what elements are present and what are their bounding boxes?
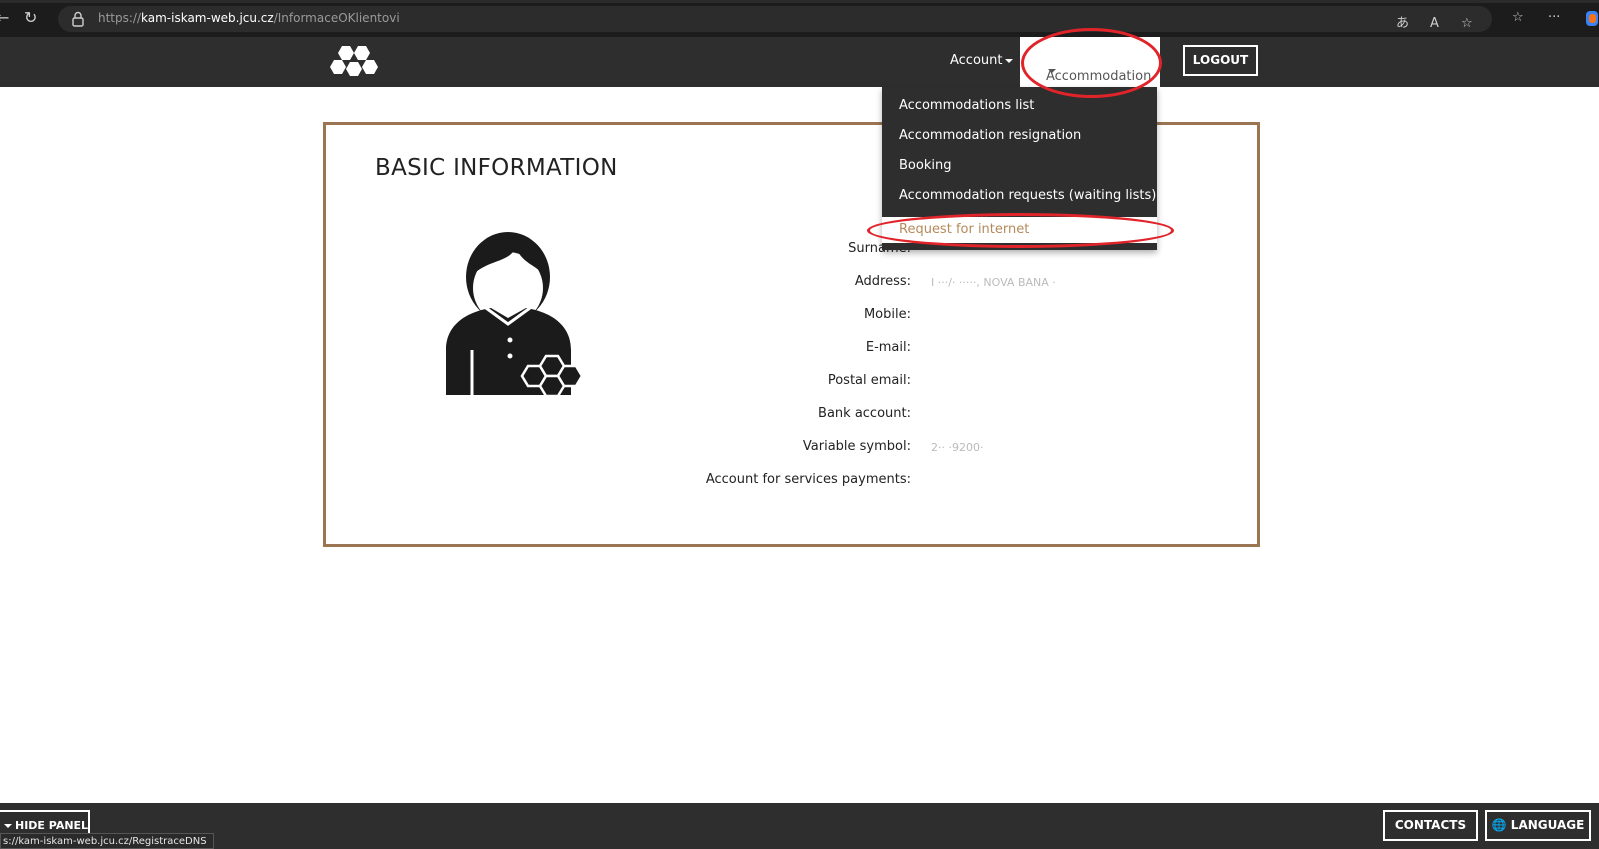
link-status-tooltip: s://kam-iskam-web.jcu.cz/RegistraceDNS: [0, 833, 214, 849]
menu-account-label: Account: [950, 53, 1003, 68]
menu-accommodation[interactable]: Accommodation: [1020, 37, 1160, 87]
label-bank-account: Bank account:: [818, 406, 911, 421]
logout-button[interactable]: LOGOUT: [1183, 45, 1258, 76]
favorite-star-icon[interactable]: ☆: [1461, 15, 1473, 33]
favorites-icon[interactable]: ☆: [1512, 9, 1524, 27]
contacts-button[interactable]: CONTACTS: [1383, 810, 1478, 841]
lock-icon: [72, 11, 84, 27]
read-aloud-icon[interactable]: A: [1430, 15, 1439, 33]
translate-icon[interactable]: あ: [1396, 15, 1409, 33]
accommodation-dropdown-menu: Accommodations list Accommodation resign…: [882, 87, 1157, 250]
menu-accommodation-label: Accommodation: [1046, 69, 1152, 84]
refresh-icon[interactable]: ↻: [24, 8, 37, 28]
footer-bar: HIDE PANEL CONTACTS 🌐 LANGUAGE: [0, 803, 1599, 849]
address-bar[interactable]: https://kam-iskam-web.jcu.cz/InformaceOK…: [58, 6, 1492, 32]
label-variable-symbol: Variable symbol:: [802, 439, 911, 454]
menu-item-accommodation-requests[interactable]: Accommodation requests (waiting lists): [899, 188, 1156, 203]
label-name: Na: [666, 208, 911, 223]
app-header: Account Accommodation LOGOUT: [0, 37, 1599, 87]
label-email: E-mail:: [865, 340, 911, 355]
language-button[interactable]: 🌐 LANGUAGE: [1485, 810, 1591, 841]
label-services-account: Account for services payments:: [705, 472, 911, 487]
caret-down-icon: [1004, 58, 1013, 63]
menu-account[interactable]: Account: [950, 53, 1013, 68]
copilot-icon[interactable]: [1585, 10, 1599, 27]
value-address: I ···/· ·····, NOVA BANA ·: [931, 276, 1056, 289]
language-label: LANGUAGE: [1510, 818, 1585, 832]
menu-item-booking[interactable]: Booking: [899, 158, 951, 173]
url-path: /InformaceOKlientovi: [273, 11, 400, 25]
menu-item-request-for-internet[interactable]: Request for internet: [899, 222, 1029, 237]
back-icon[interactable]: ←: [0, 8, 9, 28]
url-text[interactable]: https://kam-iskam-web.jcu.cz/InformaceOK…: [98, 11, 400, 25]
label-surname: Surname:: [848, 241, 911, 256]
user-avatar-icon: [446, 232, 584, 398]
globe-icon: 🌐: [1491, 818, 1507, 832]
label-address: Address:: [854, 274, 911, 289]
page-title: BASIC INFORMATION: [375, 155, 618, 181]
caret-down-icon: [4, 824, 12, 828]
hide-panel-label: HIDE PANEL: [15, 819, 89, 832]
caret-down-icon: [1048, 69, 1056, 73]
browser-toolbar: ← ↻ https://kam-iskam-web.jcu.cz/Informa…: [0, 0, 1599, 37]
url-scheme: https://: [98, 11, 142, 25]
honeycomb-logo[interactable]: [330, 44, 378, 80]
label-postal-email: Postal email:: [827, 373, 911, 388]
url-host: kam-iskam-web.jcu.cz: [141, 11, 274, 25]
label-mobile: Mobile:: [863, 307, 911, 322]
menu-item-accommodations-list[interactable]: Accommodations list: [899, 98, 1034, 113]
tab-strip-edge: [0, 0, 1599, 3]
more-options-icon[interactable]: ···: [1548, 9, 1560, 27]
value-variable-symbol: 2·· ·9200·: [931, 441, 984, 454]
menu-item-accommodation-resignation[interactable]: Accommodation resignation: [899, 128, 1081, 143]
